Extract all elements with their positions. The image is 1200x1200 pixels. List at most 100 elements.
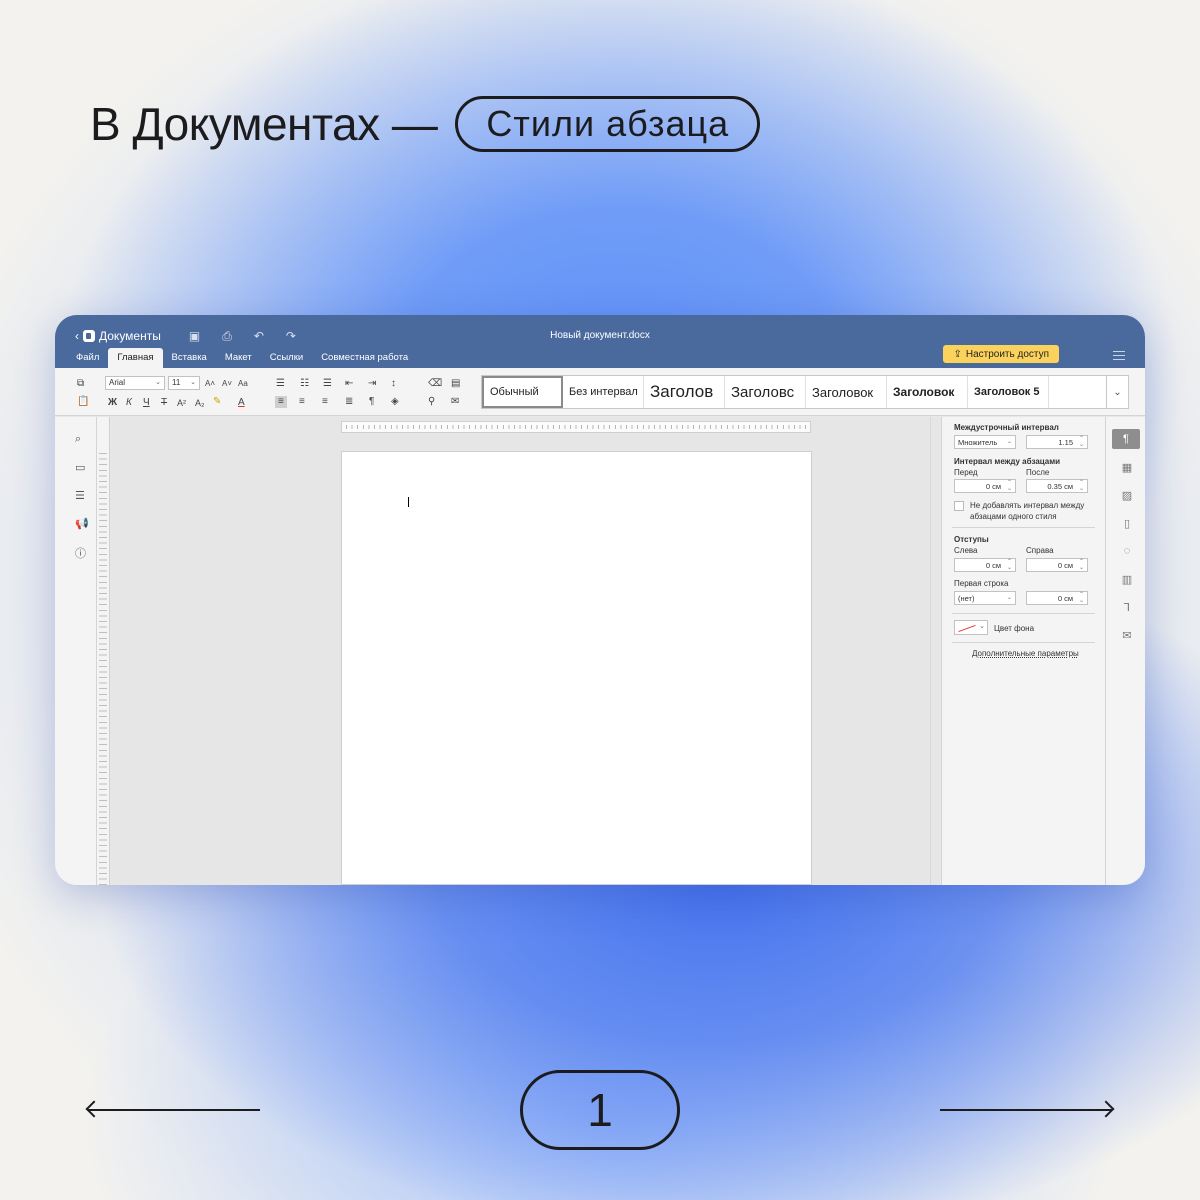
subscript-button[interactable]: A₂ [195, 397, 205, 409]
menu-home[interactable]: Главная [108, 348, 163, 368]
style-normal[interactable]: Обычный [482, 376, 563, 408]
first-line-value-input[interactable]: 0 см ⌃ ⌄ [1026, 591, 1088, 605]
italic-button[interactable]: К [126, 397, 132, 409]
shape-settings-icon[interactable]: ◌ [1120, 545, 1134, 557]
first-line-value: 0 см [1057, 594, 1073, 603]
style-heading-3-label: Заголовок [812, 384, 874, 400]
paragraph-spacing-title: Интервал между абзацами [954, 457, 1061, 466]
numbered-list-icon[interactable]: ☷ [300, 378, 309, 390]
style-heading-2[interactable]: Заголовс [725, 376, 806, 408]
color-scheme-icon[interactable]: ▤ [451, 378, 460, 390]
align-left-icon[interactable]: ≡ [275, 396, 287, 408]
style-heading-1-label: Заголов [650, 382, 714, 401]
horizontal-ruler[interactable] [341, 421, 811, 433]
menu-file[interactable]: Файл [67, 348, 108, 368]
copy-icon[interactable]: ⧉ [77, 378, 84, 390]
strikethrough-button[interactable]: Т [161, 397, 167, 409]
indent-right-label: Справа [1026, 546, 1054, 555]
align-justify-icon[interactable]: ≣ [345, 396, 353, 408]
align-right-icon[interactable]: ≡ [322, 396, 328, 408]
chart-settings-icon[interactable]: ▥ [1120, 573, 1134, 586]
line-spacing-icon[interactable]: ↕ [391, 378, 396, 390]
style-heading-1[interactable]: Заголов [644, 376, 725, 408]
indent-left-value: 0 см [985, 561, 1001, 570]
shading-icon[interactable]: ◈ [391, 396, 399, 408]
mail-merge-settings-icon[interactable]: ✉ [1120, 629, 1134, 642]
style-no-spacing[interactable]: Без интервал [563, 376, 644, 408]
font-color-button[interactable]: A [238, 397, 245, 409]
grow-font-icon[interactable]: A˄ [205, 378, 215, 390]
spinner-icon: ⌃ ⌄ [1006, 559, 1012, 571]
text-cursor [408, 497, 409, 507]
background-color-label: Цвет фона [994, 624, 1035, 633]
spacing-after-input[interactable]: 0.35 см ⌃ ⌄ [1026, 479, 1088, 493]
menu-collaboration[interactable]: Совместная работа [312, 348, 417, 368]
chevron-down-icon: ⌄ [155, 379, 161, 386]
shrink-font-icon[interactable]: A˅ [222, 378, 232, 390]
share-access-label: Настроить доступ [965, 348, 1049, 360]
change-case-icon[interactable]: Aa [238, 378, 248, 390]
vertical-ruler [97, 417, 110, 885]
bullet-list-icon[interactable]: ☰ [276, 378, 285, 390]
table-settings-icon[interactable]: ▦ [1120, 461, 1134, 474]
style-heading-5[interactable]: Заголовок 5 [968, 376, 1049, 408]
indent-left-input[interactable]: 0 см ⌃ ⌄ [954, 558, 1016, 572]
increase-indent-icon[interactable]: ⇥ [368, 378, 376, 390]
clear-format-icon[interactable]: ⌫ [428, 378, 442, 390]
navigation-icon[interactable]: ☰ [75, 489, 85, 502]
font-size-value: 11 [172, 378, 181, 387]
feedback-icon[interactable]: 📢 [75, 517, 89, 530]
dont-add-spacing-checkbox[interactable] [954, 501, 964, 511]
superscript-button[interactable]: A² [177, 397, 186, 409]
decrease-indent-icon[interactable]: ⇤ [345, 378, 353, 390]
highlight-icon[interactable]: ✎ [213, 396, 221, 408]
document-page[interactable] [341, 451, 812, 885]
paragraph-settings-icon[interactable]: ¶ [1112, 429, 1140, 449]
style-heading-4[interactable]: Заголовок [887, 376, 968, 408]
spacing-before-input[interactable]: 0 см ⌃ ⌄ [954, 479, 1016, 493]
headline-text: В Документах — [90, 98, 438, 150]
menu-burger-icon[interactable] [1113, 351, 1125, 360]
search-icon[interactable]: ⌕ [75, 433, 81, 446]
menu-layout[interactable]: Макет [216, 348, 261, 368]
menu-insert[interactable]: Вставка [163, 348, 216, 368]
vertical-scrollbar[interactable] [930, 417, 938, 885]
line-spacing-title: Междустрочный интервал [954, 423, 1059, 432]
indent-right-input[interactable]: 0 см ⌃ ⌄ [1026, 558, 1088, 572]
chevron-down-icon: ⌄ [190, 379, 196, 386]
headline: В Документах — Стили абзаца [90, 96, 761, 152]
comments-icon[interactable]: ▭ [75, 461, 85, 474]
format-painter-icon[interactable]: ⚲ [428, 396, 435, 408]
app-window: ‹ Документы ▣ ⎙ ↶ ↷ Новый документ.docx … [55, 315, 1145, 885]
image-settings-icon[interactable]: ▨ [1120, 489, 1134, 502]
bold-button[interactable]: Ж [108, 397, 117, 409]
spinner-icon: ⌃ ⌄ [1078, 436, 1084, 448]
chevron-down-icon: ⌄ [979, 623, 985, 630]
divider [952, 642, 1095, 643]
font-size-select[interactable]: 11 ⌄ [168, 376, 200, 390]
pilcrow-icon[interactable]: ¶ [369, 396, 374, 408]
advanced-settings-link[interactable]: Дополнительные параметры [972, 649, 1079, 658]
line-spacing-mode-select[interactable]: Множитель ⌄ [954, 435, 1016, 449]
underline-button[interactable]: Ч [143, 397, 150, 409]
mail-merge-icon[interactable]: ✉ [451, 396, 459, 408]
line-spacing-value-input[interactable]: 1.15 ⌃ ⌄ [1026, 435, 1088, 449]
menu-references[interactable]: Ссылки [261, 348, 312, 368]
next-arrow[interactable] [940, 1100, 1115, 1120]
share-access-button[interactable]: ⇪ Настроить доступ [943, 345, 1059, 363]
paste-icon[interactable]: 📋 [77, 396, 89, 408]
font-name-select[interactable]: Arial ⌄ [105, 376, 165, 390]
background-color-picker[interactable]: ⌄ [954, 620, 988, 635]
left-sidebar: ⌕ ▭ ☰ 📢 ⓘ [55, 417, 97, 885]
multilevel-list-icon[interactable]: ☰ [323, 378, 332, 390]
styles-expand-button[interactable]: ⌄ [1106, 376, 1128, 408]
align-center-icon[interactable]: ≡ [299, 396, 305, 408]
previous-arrow[interactable] [85, 1100, 260, 1120]
style-heading-3[interactable]: Заголовок [806, 376, 887, 408]
info-icon[interactable]: ⓘ [75, 545, 86, 561]
text-art-icon[interactable]: Ꞁ [1120, 601, 1134, 614]
first-line-mode-select[interactable]: (нет) ⌄ [954, 591, 1016, 605]
paragraph-settings-panel: Междустрочный интервал Множитель ⌄ 1.15 ⌃ ⌄… [941, 417, 1105, 885]
header-footer-icon[interactable]: ▯ [1120, 517, 1134, 530]
style-normal-label: Обычный [490, 386, 539, 398]
